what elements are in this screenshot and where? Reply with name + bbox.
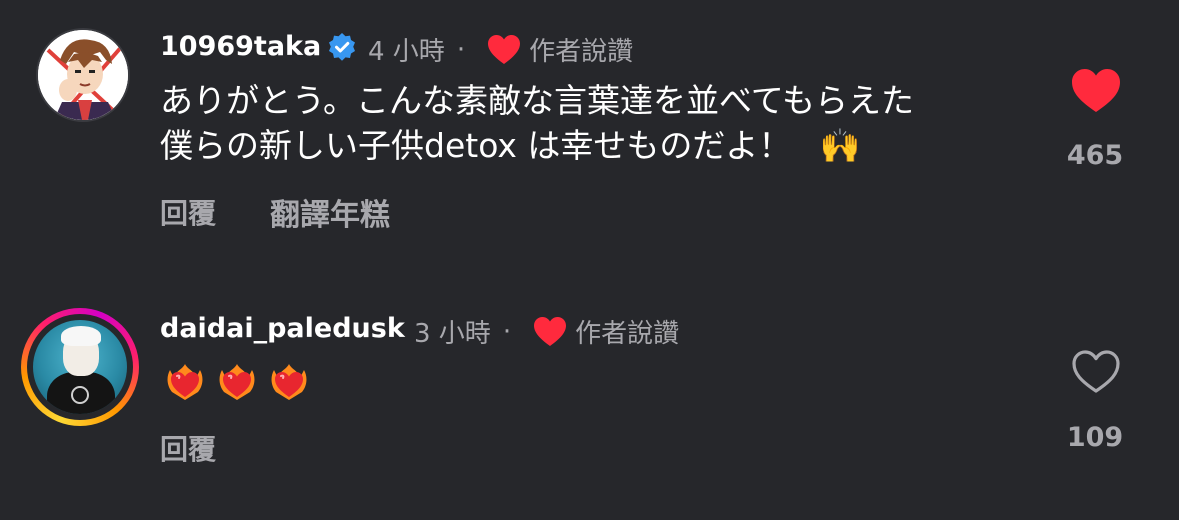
comment-emojis (165, 362, 321, 402)
comment-text: 僕らの新しい子供detox は幸せものだよ！ (160, 126, 792, 165)
like-count: 465 (1066, 140, 1124, 171)
author-liked-label: 作者說讚 (575, 319, 680, 349)
separator: · (456, 34, 466, 65)
reply-button[interactable]: 回覆 (160, 428, 216, 468)
avatar (33, 320, 127, 414)
raising-hands-emoji: 🙌 (819, 126, 861, 165)
like-count: 109 (1066, 422, 1124, 453)
comment-meta: 3 小時 · 作者說讚 (414, 313, 679, 350)
avatar-illustration (38, 30, 128, 120)
translate-button[interactable]: 翻譯年糕 (270, 190, 390, 234)
separator: · (502, 316, 512, 347)
author-heart-icon (488, 34, 521, 64)
author-heart-icon (534, 316, 567, 346)
heart-on-fire-icon (271, 364, 307, 400)
author-liked-label: 作者說讚 (529, 37, 634, 67)
avatar-story-ring[interactable] (21, 308, 139, 426)
heart-on-fire-icon (219, 364, 255, 400)
verified-badge-icon (329, 33, 355, 61)
username[interactable]: daidai_paledusk (160, 313, 405, 344)
comment-meta: 4 小時 · 作者說讚 (368, 31, 633, 68)
timestamp: 4 小時 (368, 37, 445, 67)
like-heart-outline-icon[interactable] (1071, 349, 1121, 395)
avatar[interactable] (36, 28, 130, 122)
like-heart-filled-icon[interactable] (1071, 68, 1121, 114)
comment-text-line: 僕らの新しい子供detox は幸せものだよ！ 🙌 (160, 123, 861, 168)
reply-button[interactable]: 回覆 (160, 192, 216, 232)
timestamp: 3 小時 (414, 319, 491, 349)
heart-on-fire-icon (167, 364, 203, 400)
username[interactable]: 10969taka (160, 31, 321, 62)
comment-item: daidai_paledusk 3 小時 · 作者說讚 回覆 109 (0, 290, 1179, 520)
comment-item: 10969taka 4 小時 · 作者說讚 ありがとう。こんな素敵な言葉達を並べ… (0, 0, 1179, 270)
comment-text-line: ありがとう。こんな素敵な言葉達を並べてもらえた (160, 81, 915, 120)
